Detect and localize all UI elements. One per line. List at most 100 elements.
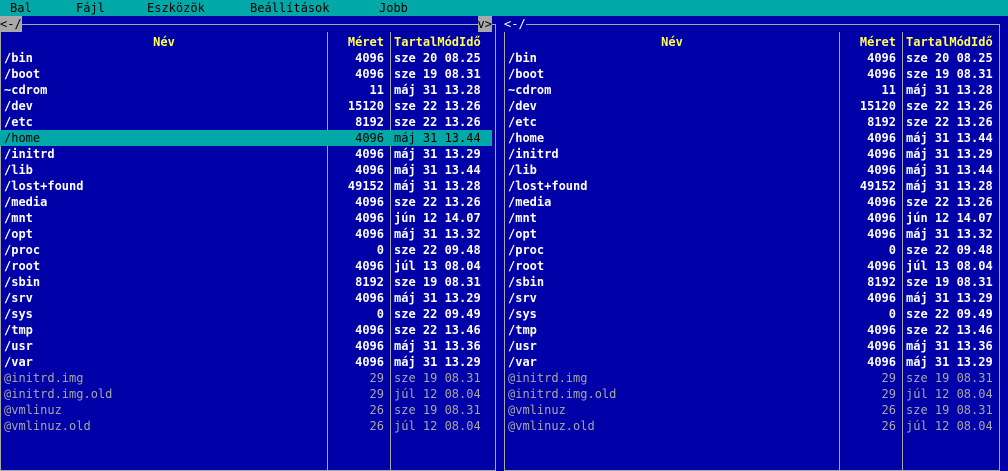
file-size: 8192 bbox=[867, 115, 896, 129]
file-size: 0 bbox=[376, 243, 384, 257]
right-header-name[interactable]: Név bbox=[504, 34, 840, 50]
file-name: /usr bbox=[508, 339, 537, 353]
file-name: /home bbox=[4, 131, 41, 145]
right-header-size[interactable]: Méret bbox=[842, 34, 896, 50]
history-left-icon[interactable]: <- bbox=[0, 17, 14, 31]
left-panel: <-/ v> Név Méret TartalMódIdő /bin 4096 sz… bbox=[0, 16, 496, 471]
file-row[interactable]: @vmlinuz.old 26 júl 12 08.04 bbox=[504, 418, 1000, 434]
left-header-mtime[interactable]: TartalMódIdő bbox=[394, 34, 494, 50]
file-mtime: máj 31 13.28 bbox=[394, 179, 481, 193]
file-size: 4096 bbox=[355, 355, 384, 369]
file-size: 26 bbox=[881, 419, 896, 433]
file-row[interactable]: /proc 0 sze 22 09.48 bbox=[0, 242, 496, 258]
left-header-size[interactable]: Méret bbox=[330, 34, 384, 50]
file-row[interactable]: /bin 4096 sze 20 08.25 bbox=[504, 50, 1000, 66]
file-row[interactable]: /tmp 4096 sze 22 13.46 bbox=[504, 322, 1000, 338]
file-row[interactable]: /bin 4096 sze 20 08.25 bbox=[0, 50, 496, 66]
file-name: /initrd bbox=[4, 147, 55, 161]
file-mtime: máj 31 13.29 bbox=[394, 291, 481, 305]
file-row[interactable]: @vmlinuz 26 sze 19 08.31 bbox=[504, 402, 1000, 418]
file-row[interactable]: /lost+found 49152 máj 31 13.28 bbox=[504, 178, 1000, 194]
file-row[interactable]: /initrd 4096 máj 31 13.29 bbox=[0, 146, 496, 162]
file-size: 4096 bbox=[867, 163, 896, 177]
file-row[interactable]: /initrd 4096 máj 31 13.29 bbox=[504, 146, 1000, 162]
file-size: 4096 bbox=[867, 323, 896, 337]
file-row[interactable]: /dev 15120 sze 22 13.26 bbox=[0, 98, 496, 114]
menu-file[interactable]: Fájl bbox=[76, 0, 105, 16]
file-size: 4096 bbox=[867, 259, 896, 273]
file-name: /lost+found bbox=[508, 179, 588, 193]
file-row[interactable]: ~cdrom 11 máj 31 13.28 bbox=[0, 82, 496, 98]
file-name: @vmlinuz.old bbox=[4, 419, 91, 433]
left-header-name[interactable]: Név bbox=[0, 34, 328, 50]
file-name: /var bbox=[508, 355, 537, 369]
file-name: /proc bbox=[4, 243, 41, 257]
file-row[interactable]: /mnt 4096 jún 12 14.07 bbox=[504, 210, 1000, 226]
file-row[interactable]: @initrd.img.old 29 júl 12 08.04 bbox=[0, 386, 496, 402]
file-row[interactable]: /usr 4096 máj 31 13.36 bbox=[0, 338, 496, 354]
menu-left[interactable]: Bal bbox=[10, 0, 32, 16]
file-row[interactable]: /tmp 4096 sze 22 13.46 bbox=[0, 322, 496, 338]
right-header-mtime[interactable]: TartalMódIdő bbox=[906, 34, 1006, 50]
file-mtime: sze 22 09.49 bbox=[394, 307, 481, 321]
file-row[interactable]: /var 4096 máj 31 13.29 bbox=[504, 354, 1000, 370]
file-row[interactable]: /root 4096 júl 13 08.04 bbox=[504, 258, 1000, 274]
file-row[interactable]: /boot 4096 sze 19 08.31 bbox=[504, 66, 1000, 82]
file-row[interactable]: /media 4096 sze 22 13.26 bbox=[504, 194, 1000, 210]
file-row[interactable]: /home 4096 máj 31 13.44 bbox=[0, 130, 492, 146]
file-row[interactable]: /proc 0 sze 22 09.48 bbox=[504, 242, 1000, 258]
file-row[interactable]: /etc 8192 sze 22 13.26 bbox=[504, 114, 1000, 130]
file-row[interactable]: /lib 4096 máj 31 13.44 bbox=[504, 162, 1000, 178]
file-mtime: sze 19 08.31 bbox=[394, 67, 481, 81]
file-row[interactable]: /lost+found 49152 máj 31 13.28 bbox=[0, 178, 496, 194]
file-row[interactable]: @initrd.img.old 29 júl 12 08.04 bbox=[504, 386, 1000, 402]
file-name: /lib bbox=[508, 163, 537, 177]
file-row[interactable]: /opt 4096 máj 31 13.32 bbox=[0, 226, 496, 242]
file-row[interactable]: @vmlinuz.old 26 júl 12 08.04 bbox=[0, 418, 496, 434]
file-row[interactable]: /home 4096 máj 31 13.44 bbox=[504, 130, 1000, 146]
file-mtime: sze 19 08.31 bbox=[906, 275, 993, 289]
file-row[interactable]: /boot 4096 sze 19 08.31 bbox=[0, 66, 496, 82]
left-panel-path[interactable]: <-/ bbox=[0, 16, 22, 32]
file-row[interactable]: @initrd.img 29 sze 19 08.31 bbox=[0, 370, 496, 386]
file-size: 4096 bbox=[355, 51, 384, 65]
file-name: @vmlinuz bbox=[4, 403, 62, 417]
menu-right[interactable]: Jobb bbox=[379, 0, 408, 16]
file-row[interactable]: /srv 4096 máj 31 13.29 bbox=[504, 290, 1000, 306]
right-panel-path[interactable]: <-/ bbox=[504, 16, 526, 32]
file-size: 4096 bbox=[355, 323, 384, 337]
file-row[interactable]: @initrd.img 29 sze 19 08.31 bbox=[504, 370, 1000, 386]
file-mtime: máj 31 13.44 bbox=[394, 131, 481, 145]
file-row[interactable]: /sys 0 sze 22 09.49 bbox=[504, 306, 1000, 322]
file-size: 11 bbox=[369, 83, 384, 97]
file-name: /lost+found bbox=[4, 179, 84, 193]
file-mtime: máj 31 13.44 bbox=[906, 131, 993, 145]
file-row[interactable]: /mnt 4096 jún 12 14.07 bbox=[0, 210, 496, 226]
file-mtime: máj 31 13.44 bbox=[906, 163, 993, 177]
history-dropdown-icon[interactable]: v> bbox=[477, 16, 492, 32]
file-row[interactable]: /srv 4096 máj 31 13.29 bbox=[0, 290, 496, 306]
file-row[interactable]: /media 4096 sze 22 13.26 bbox=[0, 194, 496, 210]
file-row[interactable]: /sbin 8192 sze 19 08.31 bbox=[0, 274, 496, 290]
file-row[interactable]: ~cdrom 11 máj 31 13.28 bbox=[504, 82, 1000, 98]
file-mtime: máj 31 13.28 bbox=[906, 179, 993, 193]
file-row[interactable]: /sbin 8192 sze 19 08.31 bbox=[504, 274, 1000, 290]
file-row[interactable]: /dev 15120 sze 22 13.26 bbox=[504, 98, 1000, 114]
menu-tools[interactable]: Eszközök bbox=[147, 0, 205, 16]
file-size: 4096 bbox=[355, 227, 384, 241]
file-name: ~cdrom bbox=[508, 83, 552, 97]
file-row[interactable]: @vmlinuz 26 sze 19 08.31 bbox=[0, 402, 496, 418]
file-name: /sbin bbox=[508, 275, 545, 289]
file-mtime: sze 19 08.31 bbox=[394, 403, 481, 417]
file-row[interactable]: /etc 8192 sze 22 13.26 bbox=[0, 114, 496, 130]
file-row[interactable]: /root 4096 júl 13 08.04 bbox=[0, 258, 496, 274]
file-row[interactable]: /sys 0 sze 22 09.49 bbox=[0, 306, 496, 322]
file-size: 49152 bbox=[347, 179, 384, 193]
file-row[interactable]: /var 4096 máj 31 13.29 bbox=[0, 354, 496, 370]
file-row[interactable]: /lib 4096 máj 31 13.44 bbox=[0, 162, 496, 178]
menu-options[interactable]: Beállítások bbox=[250, 0, 329, 16]
file-size: 8192 bbox=[355, 275, 384, 289]
file-row[interactable]: /usr 4096 máj 31 13.36 bbox=[504, 338, 1000, 354]
file-row[interactable]: /opt 4096 máj 31 13.32 bbox=[504, 226, 1000, 242]
file-mtime: sze 22 13.46 bbox=[906, 323, 993, 337]
